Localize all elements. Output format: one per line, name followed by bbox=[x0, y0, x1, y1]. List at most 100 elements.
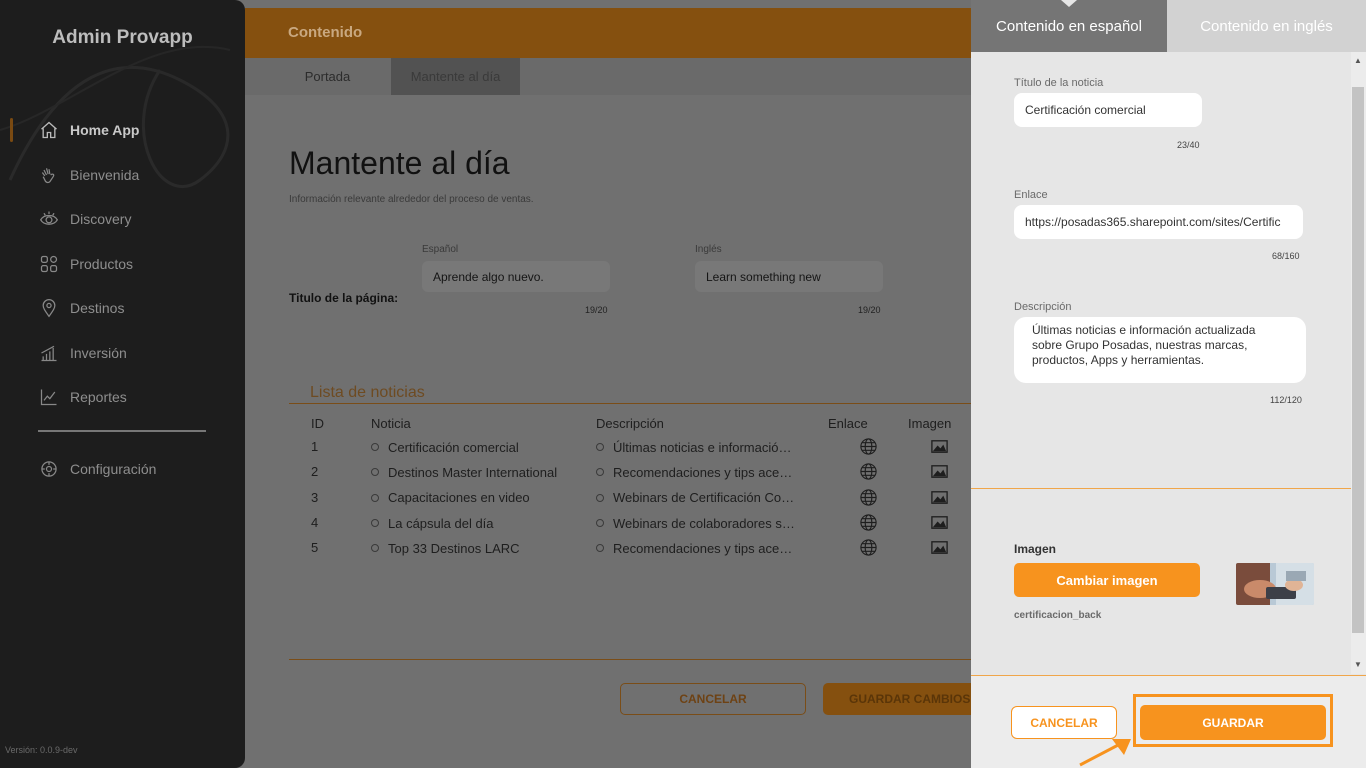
row-noticia: Capacitaciones en video bbox=[371, 485, 596, 510]
bullet-icon bbox=[371, 443, 379, 452]
drawer-scroll-thumb[interactable] bbox=[1352, 87, 1364, 633]
link-counter: 68/160 bbox=[1272, 251, 1300, 261]
english-label: Inglés bbox=[695, 244, 722, 255]
column-header-id: ID bbox=[311, 415, 324, 431]
link-input[interactable]: https://posadas365.sharepoint.com/sites/… bbox=[1014, 205, 1303, 239]
row-descripcion-text: Webinars de Certificación Comercial bbox=[613, 490, 795, 506]
row-descripcion-text: Recomendaciones y tips acerca de bbox=[613, 540, 795, 556]
content-bottom-divider bbox=[289, 659, 971, 660]
main-content: Contenido Portada Mantente al día Manten… bbox=[245, 0, 983, 768]
spanish-title-input[interactable]: Aprende algo nuevo. bbox=[422, 261, 610, 292]
column-header-imagen: Imagen bbox=[908, 415, 952, 431]
sidebar-item-label: Destinos bbox=[70, 300, 125, 317]
edit-news-drawer: Contenido en español Contenido en inglés… bbox=[971, 0, 1366, 768]
row-noticia: Destinos Master International bbox=[371, 459, 596, 484]
news-title-input[interactable]: Certificación comercial bbox=[1014, 93, 1202, 127]
table-row[interactable]: 4 La cápsula del día Webinars de colaborad… bbox=[289, 510, 971, 535]
row-image-icon[interactable] bbox=[908, 485, 971, 510]
tab-mantente-al-dia[interactable]: Mantente al día bbox=[391, 58, 520, 95]
main-cancel-button[interactable]: CANCELAR bbox=[620, 683, 806, 715]
main-save-changes-button[interactable]: GUARDAR CAMBIOS bbox=[823, 683, 983, 715]
row-descripcion: Recomendaciones y tips acerca de bbox=[596, 459, 828, 484]
link-label: Enlace bbox=[1014, 189, 1048, 201]
row-link-globe-icon[interactable] bbox=[828, 510, 908, 535]
row-id: 5 bbox=[311, 540, 319, 556]
row-noticia-text: Top 33 Destinos LARC bbox=[388, 540, 520, 556]
topbar-title: Contenido bbox=[288, 24, 363, 41]
row-descripcion: Últimas noticias e información actualiza… bbox=[596, 434, 828, 459]
tab-contenido-ingles[interactable]: Contenido en inglés bbox=[1167, 0, 1366, 52]
row-image-icon[interactable] bbox=[908, 434, 971, 459]
description-counter: 112/120 bbox=[1270, 395, 1302, 405]
row-noticia: Certificación comercial bbox=[371, 434, 596, 459]
row-descripcion: Webinars de colaboradores sobre bbox=[596, 510, 828, 535]
row-id: 3 bbox=[311, 489, 319, 505]
sidebar-item-destinos[interactable]: Destinos bbox=[0, 286, 245, 331]
table-row[interactable]: 2 Destinos Master International Recomendac… bbox=[289, 459, 971, 484]
tab-portada[interactable]: Portada bbox=[285, 58, 370, 95]
change-image-button[interactable]: Cambiar imagen bbox=[1014, 563, 1200, 597]
drawer-save-button[interactable]: GUARDAR bbox=[1140, 705, 1326, 740]
sidebar-item-home-app[interactable]: Home App bbox=[0, 108, 245, 153]
bar-chart-icon bbox=[38, 342, 60, 364]
description-label: Descripción bbox=[1014, 301, 1072, 313]
content-tabs: Portada Mantente al día bbox=[245, 58, 971, 95]
page-title-label: Titulo de la página: bbox=[289, 291, 399, 305]
scroll-down-icon[interactable]: ▼ bbox=[1352, 659, 1364, 671]
image-label: Imagen bbox=[1014, 542, 1057, 556]
bullet-icon bbox=[596, 493, 604, 502]
column-header-noticia: Noticia bbox=[371, 415, 411, 431]
row-image-icon[interactable] bbox=[908, 535, 971, 560]
drawer-footer: CANCELAR GUARDAR bbox=[971, 675, 1366, 768]
sidebar-item-reportes[interactable]: Reportes bbox=[0, 375, 245, 420]
sidebar-item-label: Productos bbox=[70, 255, 134, 272]
table-row[interactable]: 1 Certificación comercial Últimas noticias… bbox=[289, 434, 971, 459]
row-descripcion-text: Últimas noticias e información actualiza… bbox=[613, 439, 795, 455]
sidebar-item-bienvenida[interactable]: Bienvenida bbox=[0, 153, 245, 198]
row-descripcion-text: Recomendaciones y tips acerca de bbox=[613, 464, 795, 480]
table-row[interactable]: 3 Capacitaciones en video Webinars de Cert… bbox=[289, 485, 971, 510]
bullet-icon bbox=[596, 443, 604, 452]
sidebar-item-productos[interactable]: Productos bbox=[0, 242, 245, 287]
spanish-label: Español bbox=[422, 244, 459, 255]
app-brand: Admin Provapp bbox=[52, 27, 193, 48]
sidebar-item-configuracion[interactable]: Configuración bbox=[0, 447, 245, 492]
row-link-globe-icon[interactable] bbox=[828, 434, 908, 459]
row-descripcion: Recomendaciones y tips acerca de bbox=[596, 535, 828, 560]
sidebar-nav: Home App Bienvenida Discovery Productos … bbox=[0, 108, 245, 420]
bullet-icon bbox=[371, 519, 379, 528]
row-descripcion-text: Webinars de colaboradores sobre bbox=[613, 515, 795, 531]
sidebar-item-label: Inversión bbox=[70, 344, 127, 361]
row-noticia: La cápsula del día bbox=[371, 510, 596, 535]
row-image-icon[interactable] bbox=[908, 510, 971, 535]
row-image-icon[interactable] bbox=[908, 459, 971, 484]
sidebar-item-discovery[interactable]: Discovery bbox=[0, 197, 245, 242]
table-header-row: ID Noticia Descripción Enlace Imagen bbox=[289, 412, 971, 434]
news-title-label: Título de la noticia bbox=[1014, 77, 1104, 89]
row-id: 2 bbox=[311, 464, 319, 480]
description-textarea[interactable]: Últimas noticias e información actualiza… bbox=[1014, 317, 1306, 383]
row-descripcion: Webinars de Certificación Comercial bbox=[596, 485, 828, 510]
tab-contenido-espanol[interactable]: Contenido en español bbox=[971, 0, 1167, 52]
gear-icon bbox=[38, 458, 60, 480]
english-title-input[interactable]: Learn something new bbox=[695, 261, 883, 292]
pointer-arrow-icon bbox=[1079, 739, 1131, 767]
sidebar-item-inversion[interactable]: Inversión bbox=[0, 331, 245, 376]
spanish-counter: 19/20 bbox=[585, 305, 608, 315]
sidebar: Admin Provapp Home App Bienvenida Discov… bbox=[0, 0, 245, 768]
row-link-globe-icon[interactable] bbox=[828, 459, 908, 484]
grid-icon bbox=[38, 253, 60, 275]
drawer-section-divider bbox=[971, 488, 1351, 489]
news-list-title: Lista de noticias bbox=[310, 384, 425, 401]
row-link-globe-icon[interactable] bbox=[828, 535, 908, 560]
scroll-up-icon[interactable]: ▲ bbox=[1352, 55, 1364, 67]
row-id: 1 bbox=[311, 439, 319, 455]
news-table: ID Noticia Descripción Enlace Imagen 1 Ce… bbox=[289, 412, 971, 560]
page-title: Mantente al día bbox=[289, 145, 510, 181]
table-row[interactable]: 5 Top 33 Destinos LARC Recomendaciones y t… bbox=[289, 535, 971, 560]
bullet-icon bbox=[371, 544, 379, 553]
row-link-globe-icon[interactable] bbox=[828, 485, 908, 510]
bullet-icon bbox=[371, 468, 379, 477]
sidebar-item-label: Bienvenida bbox=[70, 166, 140, 183]
drawer-language-tabs: Contenido en español Contenido en inglés bbox=[971, 0, 1366, 52]
